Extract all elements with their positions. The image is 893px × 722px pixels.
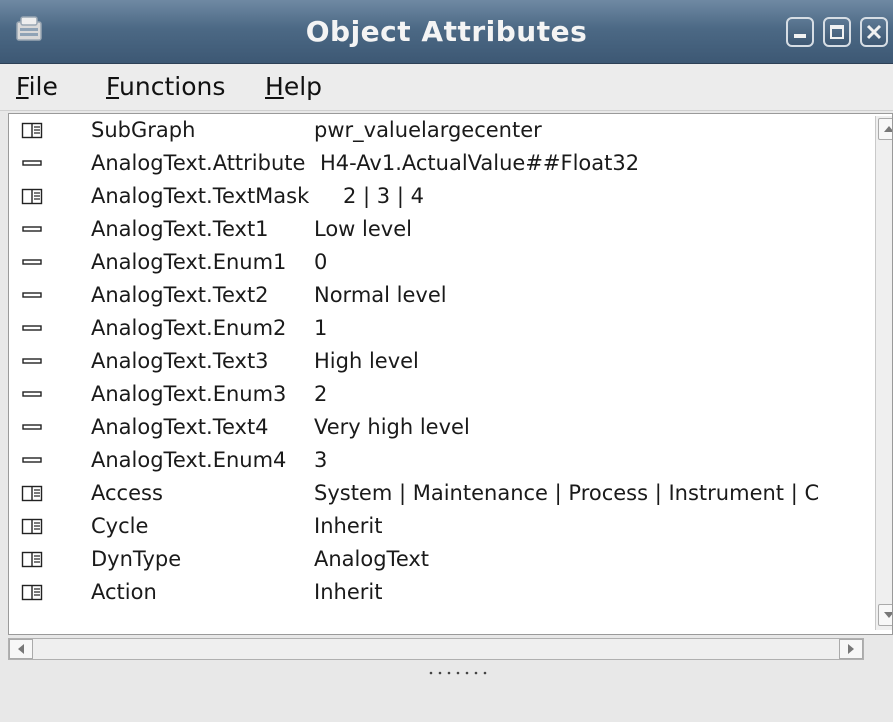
attribute-name: DynType xyxy=(91,547,182,571)
attribute-value: 2 xyxy=(314,382,328,406)
folder-icon xyxy=(21,584,43,601)
attribute-icon xyxy=(22,160,42,166)
attribute-value: 1 xyxy=(314,316,328,340)
attribute-name: AnalogText.Enum3 xyxy=(91,382,287,406)
attribute-value: Inherit xyxy=(314,514,383,538)
scroll-right-button[interactable] xyxy=(839,639,863,659)
attribute-row[interactable]: AnalogText.Text3 High level xyxy=(9,345,869,378)
minimize-icon xyxy=(794,34,806,38)
attribute-value: High level xyxy=(314,349,419,373)
resize-grip[interactable] xyxy=(428,670,494,676)
attribute-icon xyxy=(22,424,42,430)
close-button[interactable] xyxy=(860,17,888,47)
attribute-icon xyxy=(22,226,42,232)
attribute-row[interactable]: Access System | Maintenance | Process | … xyxy=(9,477,869,510)
attribute-value: H4-Av1.ActualValue##Float32 xyxy=(320,151,640,175)
menu-help-mnemonic: H xyxy=(265,72,284,101)
attribute-icon xyxy=(22,325,42,331)
arrow-left-icon xyxy=(18,644,24,654)
attribute-row[interactable]: AnalogText.Enum3 2 xyxy=(9,378,869,411)
arrow-down-icon xyxy=(884,612,892,618)
attribute-row[interactable]: AnalogText.Enum4 3 xyxy=(9,444,869,477)
minimize-button[interactable] xyxy=(786,17,814,47)
folder-icon xyxy=(21,188,43,205)
arrow-right-icon xyxy=(848,644,854,654)
attribute-icon xyxy=(22,259,42,265)
window-title: Object Attributes xyxy=(305,15,588,48)
menu-help[interactable]: Help xyxy=(265,72,322,102)
menu-functions[interactable]: Functions xyxy=(106,72,225,102)
attribute-row[interactable]: Action Inherit xyxy=(9,576,869,609)
attribute-icon xyxy=(22,292,42,298)
attribute-row[interactable]: AnalogText.Attribute H4-Av1.ActualValue#… xyxy=(9,147,869,180)
attribute-name: AnalogText.Enum1 xyxy=(91,250,287,274)
attribute-row[interactable]: AnalogText.Text4 Very high level xyxy=(9,411,869,444)
folder-icon xyxy=(21,551,43,568)
menu-file[interactable]: File xyxy=(16,72,58,102)
attribute-name: AnalogText.Text3 xyxy=(91,349,269,373)
folder-icon xyxy=(21,518,43,535)
scroll-left-button[interactable] xyxy=(9,639,33,659)
attribute-name: AnalogText.Text1 xyxy=(91,217,269,241)
attribute-value: Very high level xyxy=(314,415,470,439)
attribute-row[interactable]: SubGraph pwr_valuelargecenter xyxy=(9,114,869,147)
attribute-value: pwr_valuelargecenter xyxy=(314,118,542,142)
attribute-name: AnalogText.TextMask xyxy=(91,184,310,208)
attribute-name: Access xyxy=(91,481,163,505)
attribute-value: 3 xyxy=(314,448,328,472)
menu-functions-mnemonic: F xyxy=(106,72,120,101)
attribute-value: 2 | 3 | 4 xyxy=(343,184,424,208)
attribute-value: Low level xyxy=(314,217,412,241)
folder-icon xyxy=(21,122,43,139)
horizontal-scrollbar[interactable] xyxy=(8,638,864,660)
attribute-name: AnalogText.Text2 xyxy=(91,283,269,307)
attribute-value: 0 xyxy=(314,250,328,274)
folder-icon xyxy=(21,485,43,502)
menu-functions-label: unctions xyxy=(119,72,226,101)
maximize-icon xyxy=(830,25,844,39)
menu-bar: File Functions Help xyxy=(0,64,893,111)
attribute-icon xyxy=(22,457,42,463)
attribute-row[interactable]: DynType AnalogText xyxy=(9,543,869,576)
attribute-name: AnalogText.Attribute xyxy=(91,151,306,175)
attribute-icon xyxy=(22,358,42,364)
attribute-name: Cycle xyxy=(91,514,149,538)
vertical-scrollbar[interactable] xyxy=(875,116,892,630)
attribute-icon xyxy=(22,391,42,397)
attribute-name: AnalogText.Enum2 xyxy=(91,316,287,340)
attribute-row[interactable]: AnalogText.Enum1 0 xyxy=(9,246,869,279)
menu-help-label: elp xyxy=(283,72,323,101)
arrow-up-icon xyxy=(884,126,892,132)
attribute-list[interactable]: SubGraph pwr_valuelargecenter AnalogText… xyxy=(8,113,893,635)
menu-file-label: ile xyxy=(28,72,58,101)
attribute-name: SubGraph xyxy=(91,118,196,142)
status-area xyxy=(0,680,893,722)
attribute-row[interactable]: AnalogText.Text1 Low level xyxy=(9,213,869,246)
attribute-row[interactable]: AnalogText.Enum2 1 xyxy=(9,312,869,345)
menu-file-mnemonic: F xyxy=(16,72,29,101)
close-icon xyxy=(866,24,882,40)
attribute-value: Inherit xyxy=(314,580,383,604)
title-bar[interactable]: Object Attributes xyxy=(0,0,893,64)
attribute-name: AnalogText.Enum4 xyxy=(91,448,287,472)
attribute-name: AnalogText.Text4 xyxy=(91,415,269,439)
attribute-value: Normal level xyxy=(314,283,447,307)
attribute-row[interactable]: AnalogText.TextMask 2 | 3 | 4 xyxy=(9,180,869,213)
attribute-value: System | Maintenance | Process | Instrum… xyxy=(314,481,820,505)
maximize-button[interactable] xyxy=(823,17,851,47)
scroll-down-button[interactable] xyxy=(878,604,892,626)
scroll-up-button[interactable] xyxy=(878,118,892,140)
attribute-value: AnalogText xyxy=(314,547,430,571)
attribute-row[interactable]: AnalogText.Text2 Normal level xyxy=(9,279,869,312)
attribute-row[interactable]: Cycle Inherit xyxy=(9,510,869,543)
attribute-name: Action xyxy=(91,580,157,604)
